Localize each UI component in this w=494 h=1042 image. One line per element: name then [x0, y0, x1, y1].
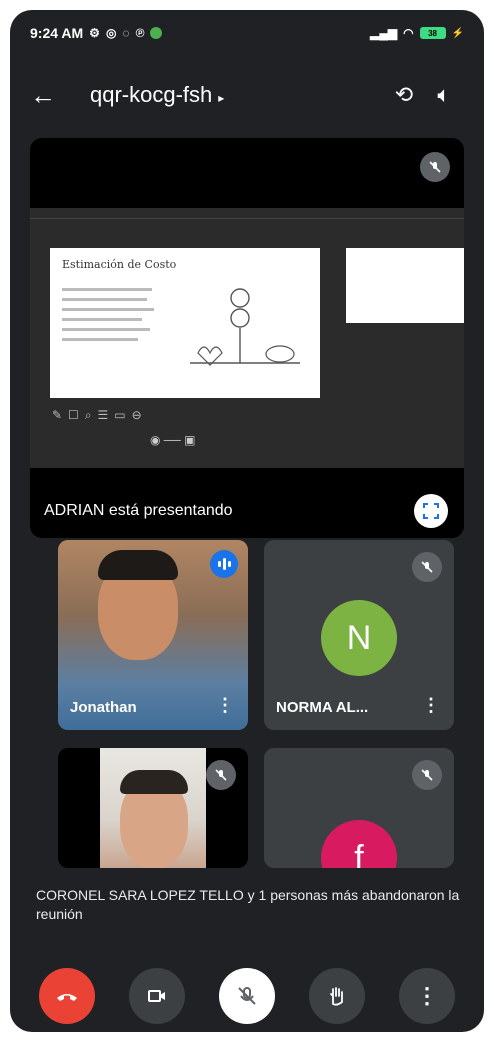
- video-camera-icon: [148, 990, 165, 1002]
- status-bar: 9:24 AM ⚙ ◎ ◌ ℗ ▂▄▆ ◠ 38 ⚡: [10, 10, 484, 56]
- slide-text-line: [62, 308, 154, 311]
- hair-shape: [98, 550, 178, 580]
- shared-toolbar: [30, 208, 464, 219]
- charging-icon: ⚡: [451, 27, 464, 39]
- status-time: 9:24 AM: [30, 25, 84, 41]
- slide-text-line: [62, 298, 147, 301]
- call-controls: ⋮: [10, 960, 484, 1032]
- participant-tile-camera[interactable]: [58, 748, 248, 868]
- avatar: N: [321, 600, 397, 676]
- slide-text-line: [62, 288, 152, 291]
- grid-icon: ⚙: [89, 26, 100, 40]
- fullscreen-icon: [423, 502, 439, 519]
- slide-nav: ◉ ── ▣: [150, 433, 196, 447]
- shared-screen: Estimación de Costo ✎☐⌕☰▭⊖ ◉ ── ▣: [30, 208, 464, 468]
- mic-off-icon: [238, 987, 256, 1005]
- leave-notice: CORONEL SARA LOPEZ TELLO y 1 personas má…: [36, 887, 460, 922]
- battery-icon: 38: [419, 27, 446, 39]
- slide-main: Estimación de Costo: [50, 248, 320, 398]
- more-options-button[interactable]: ⋮: [399, 968, 455, 1024]
- slide-text-line: [62, 328, 150, 331]
- switch-camera-icon[interactable]: ⟲: [384, 82, 424, 108]
- participant-tile-jonathan[interactable]: Jonathan ⋮: [58, 540, 248, 730]
- signal-icon: ▂▄▆: [370, 26, 398, 40]
- pinterest-icon: ℗: [135, 26, 145, 40]
- meeting-header: ← qqr-kocg-fsh ▸ ⟲ 🔈︎: [10, 70, 484, 120]
- slide-illustration: [190, 288, 300, 366]
- avatar-initial: f: [354, 838, 364, 869]
- green-app-icon: [150, 27, 163, 39]
- meeting-title[interactable]: qqr-kocg-fsh ▸: [90, 82, 384, 108]
- participant-name: Jonathan: [70, 699, 137, 716]
- phone-screen: 9:24 AM ⚙ ◎ ◌ ℗ ▂▄▆ ◠ 38 ⚡ ← qqr-kocg-fs…: [10, 10, 484, 1032]
- back-arrow-icon[interactable]: ←: [30, 80, 70, 111]
- slide-title: Estimación de Costo: [62, 258, 177, 271]
- participant-tile-norma[interactable]: N NORMA AL... ⋮: [264, 540, 454, 730]
- messenger-icon: ◌: [122, 26, 130, 40]
- mic-off-icon: [412, 760, 442, 790]
- mic-off-icon: [412, 552, 442, 582]
- slide-text-line: [62, 338, 138, 341]
- hang-up-icon: [57, 994, 77, 1001]
- meeting-code: qqr-kocg-fsh: [90, 82, 213, 107]
- presenting-bar: ADRIAN está presentando: [30, 483, 464, 538]
- hair-shape: [120, 770, 188, 794]
- slide-thumbnail: [346, 248, 464, 323]
- avatar-initial: N: [346, 618, 372, 657]
- raise-hand-button[interactable]: [309, 968, 365, 1024]
- whatsapp-icon: ◎: [105, 26, 117, 40]
- mic-off-icon: [420, 152, 450, 182]
- microphone-button[interactable]: [219, 968, 275, 1024]
- more-vert-icon[interactable]: ⋮: [216, 695, 234, 716]
- more-vert-icon[interactable]: ⋮: [422, 695, 440, 716]
- annotation-toolbar: ✎☐⌕☰▭⊖: [52, 408, 148, 422]
- mic-off-icon: [206, 760, 236, 790]
- fullscreen-button[interactable]: [414, 493, 448, 528]
- speaker-icon[interactable]: 🔈︎: [424, 82, 464, 108]
- wifi-icon: ◠: [403, 26, 414, 40]
- participant-name: NORMA AL...: [276, 699, 369, 716]
- end-call-button[interactable]: [39, 968, 95, 1024]
- camera-button[interactable]: [129, 968, 185, 1024]
- slide-text-line: [62, 318, 142, 321]
- presentation-tile: Estimación de Costo ✎☐⌕☰▭⊖ ◉ ── ▣ ADRIAN…: [30, 138, 464, 538]
- participant-tile-f[interactable]: f: [264, 748, 454, 868]
- caret-right-icon: ▸: [218, 91, 225, 105]
- more-vert-icon: ⋮: [416, 983, 438, 1008]
- speaking-indicator-icon: [210, 550, 238, 578]
- hand-icon: [330, 987, 343, 1006]
- avatar: f: [321, 820, 397, 868]
- presenting-label: ADRIAN está presentando: [44, 501, 233, 519]
